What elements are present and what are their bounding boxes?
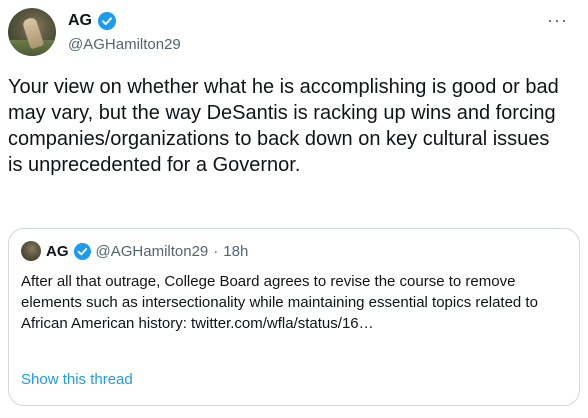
show-thread-link[interactable]: Show this thread bbox=[21, 371, 133, 388]
quoted-tweet-header: AG @AGHamilton29 · 18h bbox=[21, 241, 248, 261]
verified-badge-icon bbox=[98, 12, 116, 30]
quoted-author-handle: @AGHamilton29 bbox=[95, 242, 209, 260]
quoted-verified-badge-icon bbox=[73, 242, 91, 260]
quoted-timestamp[interactable]: 18h bbox=[223, 243, 248, 260]
author-name[interactable]: AG bbox=[68, 12, 92, 30]
tweet-card[interactable]: AG @AGHamilton29 ··· Your view on whethe… bbox=[0, 0, 588, 418]
quoted-separator: · bbox=[213, 242, 219, 260]
author-avatar[interactable] bbox=[8, 8, 56, 56]
author-name-row: AG bbox=[68, 12, 116, 30]
tweet-text: Your view on whether what he is accompli… bbox=[8, 76, 559, 176]
quoted-tweet-text: After all that outrage, College Board ag… bbox=[21, 273, 538, 332]
quoted-author-avatar bbox=[21, 241, 41, 261]
quoted-tweet[interactable]: AG @AGHamilton29 · 18h After all that ou… bbox=[8, 228, 580, 406]
author-handle[interactable]: @AGHamilton29 bbox=[68, 36, 181, 53]
quoted-author-name: AG bbox=[46, 242, 69, 260]
more-options-icon[interactable]: ··· bbox=[547, 10, 568, 31]
